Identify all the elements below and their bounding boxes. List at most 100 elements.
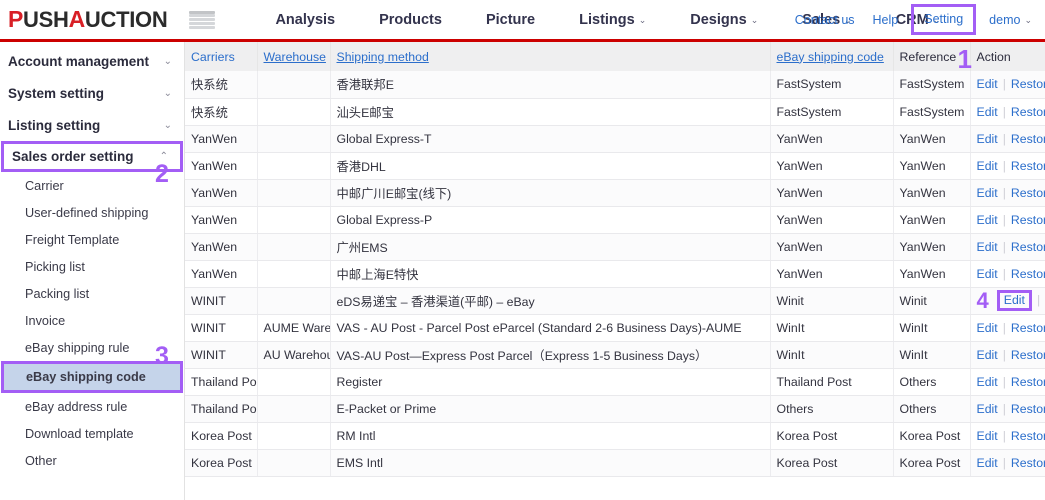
sidebar-group-system-setting[interactable]: System setting ⌄: [0, 77, 184, 109]
annotation-marker-4: 4: [976, 287, 989, 313]
restore-reference-value-link[interactable]: Restore reference value: [1011, 132, 1045, 146]
action-separator: |: [1002, 77, 1006, 92]
edit-link[interactable]: Edit: [977, 132, 998, 146]
sidebar-item-user-defined-shipping[interactable]: User-defined shipping: [0, 199, 184, 226]
utility-link-setting[interactable]: Setting: [911, 4, 977, 35]
shipping-method-cell: 香港DHL: [330, 152, 771, 180]
carrier-cell-text: YanWen: [191, 158, 238, 173]
restore-reference-value-link[interactable]: Restore reference value: [1011, 375, 1045, 389]
nav-item-label: Analysis: [275, 11, 336, 28]
ebay-shipping-code-cell: YanWen: [770, 233, 894, 261]
utility-link-contact-us[interactable]: Contact us: [786, 13, 864, 27]
utility-link-label: Help: [872, 12, 899, 27]
restore-reference-value-link[interactable]: Restore reference value: [1011, 240, 1045, 254]
restore-reference-value-link[interactable]: Restore reference value: [1011, 105, 1045, 119]
carrier-cell-text: Thailand Post: [191, 401, 257, 416]
action-separator: |: [1002, 158, 1006, 173]
edit-link[interactable]: Edit: [977, 402, 998, 416]
chevron-down-icon: ⌄: [1024, 14, 1032, 25]
edit-link[interactable]: Edit: [977, 159, 998, 173]
edit-link[interactable]: Edit: [977, 321, 998, 335]
shipping-method-cell: E-Packet or Prime: [330, 395, 771, 423]
carrier-cell-text: WINIT: [191, 347, 226, 362]
restore-reference-value-link[interactable]: Restore reference value: [1011, 348, 1045, 362]
action-cell: Edit | Restore reference value: [970, 341, 1045, 369]
chevron-up-icon: ⌃: [159, 151, 168, 162]
sidebar-item-ebay-shipping-code[interactable]: eBay shipping code: [1, 361, 183, 393]
sidebar-item-label: eBay address rule: [25, 399, 128, 414]
column-header-shipping-method[interactable]: Shipping method: [330, 42, 771, 71]
ebay-shipping-code-cell: Others: [770, 395, 894, 423]
edit-link[interactable]: Edit: [977, 213, 998, 227]
logo-letter-p: P: [8, 6, 24, 32]
action-cell: Edit | Restore reference value: [970, 98, 1045, 126]
nav-item-analysis[interactable]: Analysis: [253, 12, 357, 28]
reference-cell-text: FastSystem: [899, 77, 965, 92]
sidebar-item-label: Freight Template: [25, 232, 120, 247]
shipping-method-cell: 广州EMS: [330, 233, 771, 261]
edit-link[interactable]: Edit: [977, 77, 998, 91]
edit-link[interactable]: Edit: [977, 429, 998, 443]
nav-item-listings[interactable]: Listings ⌄: [557, 12, 668, 28]
chevron-down-icon: ⌄: [163, 119, 172, 131]
sidebar-group-sales-order-setting[interactable]: Sales order setting ⌃: [1, 141, 183, 172]
logo-word-uction: UCTION: [84, 7, 168, 32]
edit-link[interactable]: Edit: [977, 348, 998, 362]
sidebar-item-download-template[interactable]: Download template: [0, 420, 184, 447]
utility-link-help[interactable]: Help: [864, 13, 908, 27]
action-cell: Edit | Restore reference value: [970, 422, 1045, 450]
sidebar-group-listing-setting[interactable]: Listing setting ⌄: [0, 109, 184, 141]
restore-reference-value-link[interactable]: Restore reference value: [1011, 429, 1045, 443]
restore-reference-value-link[interactable]: Restore reference value: [1011, 321, 1045, 335]
shipping-method-cell-text: 中邮上海E特快: [336, 267, 419, 282]
warehouse-cell-text: AUME Warehouse: [263, 320, 330, 335]
sidebar-group-label: Sales order setting: [12, 149, 134, 164]
sidebar-item-other[interactable]: Other: [0, 447, 184, 474]
edit-link[interactable]: Edit: [977, 186, 998, 200]
restore-reference-value-link[interactable]: Restore reference value: [1011, 456, 1045, 470]
sidebar-item-carrier[interactable]: Carrier: [0, 172, 184, 199]
warehouse-cell: [257, 71, 331, 99]
restore-reference-value-link[interactable]: Restore reference value: [1011, 77, 1045, 91]
shipping-method-cell-text: 香港DHL: [336, 159, 386, 174]
sidebar-item-freight-template[interactable]: Freight Template: [0, 226, 184, 253]
column-header-warehouse[interactable]: Warehouse: [257, 42, 331, 71]
edit-link[interactable]: Edit: [996, 289, 1032, 311]
restore-reference-value-link[interactable]: Restore reference value: [1011, 159, 1045, 173]
shipping-method-cell-text: 汕头E邮宝: [336, 105, 394, 120]
nav-item-picture[interactable]: Picture: [464, 12, 557, 28]
column-header-carriers[interactable]: Carriers: [185, 42, 258, 71]
sidebar-item-label: Carrier: [25, 178, 64, 193]
edit-link[interactable]: Edit: [977, 240, 998, 254]
sidebar-item-ebay-shipping-rule[interactable]: eBay shipping rule: [0, 334, 184, 361]
column-header-label: Reference: [899, 49, 957, 64]
nav-item-products[interactable]: Products: [357, 12, 464, 28]
restore-reference-value-link[interactable]: Restore reference value: [1011, 267, 1045, 281]
app-logo[interactable]: PUSHAUCTION: [0, 6, 168, 33]
ebay-shipping-code-cell: Winit: [770, 287, 894, 315]
sidebar-group-account-management[interactable]: Account management ⌄: [0, 45, 184, 77]
edit-link[interactable]: Edit: [977, 456, 998, 470]
restore-reference-value-link[interactable]: Restore reference value: [1011, 186, 1045, 200]
action-cell: 4Edit|Restore reference value: [970, 287, 1045, 315]
edit-link[interactable]: Edit: [977, 375, 998, 389]
ebay-shipping-code-cell: Thailand Post: [770, 368, 894, 396]
sidebar-item-ebay-address-rule[interactable]: eBay address rule: [0, 393, 184, 420]
edit-link[interactable]: Edit: [977, 105, 998, 119]
nav-item-label: Designs: [690, 11, 747, 28]
hamburger-menu-icon[interactable]: [189, 9, 216, 31]
utility-link-demo[interactable]: demo ⌄: [980, 13, 1041, 27]
sidebar-item-picking-list[interactable]: Picking list: [0, 253, 184, 280]
carrier-cell: YanWen: [185, 260, 258, 288]
reference-cell-text: Korea Post: [899, 428, 961, 443]
sidebar-item-packing-list[interactable]: Packing list: [0, 280, 184, 307]
table-row: Thailand Post E-Packet or Prime Others Othe…: [185, 395, 1045, 423]
restore-reference-value-link[interactable]: Restore reference value: [1011, 213, 1045, 227]
carrier-cell: YanWen: [185, 179, 258, 207]
restore-reference-value-link[interactable]: Restore reference value: [1011, 402, 1045, 416]
nav-item-designs[interactable]: Designs ⌄: [668, 12, 780, 28]
warehouse-cell: AU Warehouse: [257, 341, 331, 369]
column-header-ebay-shipping-code[interactable]: eBay shipping code: [770, 42, 894, 71]
sidebar-item-invoice[interactable]: Invoice: [0, 307, 184, 334]
edit-link[interactable]: Edit: [977, 267, 998, 281]
